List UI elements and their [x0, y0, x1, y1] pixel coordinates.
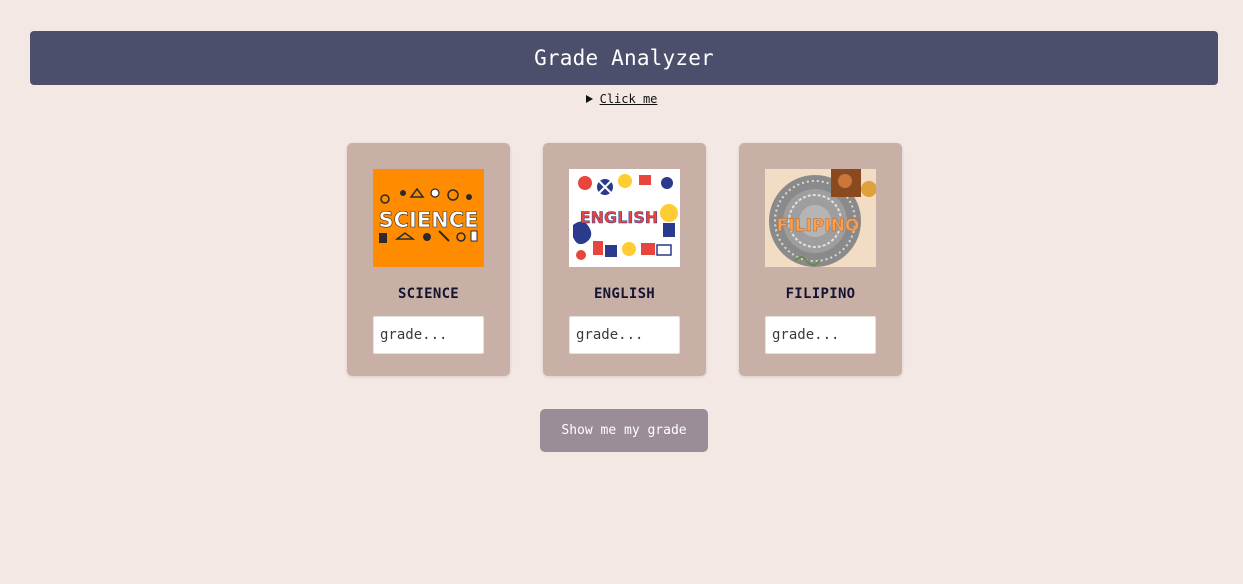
details-disclosure[interactable]: Click me [0, 91, 1243, 107]
english-grade-input[interactable] [569, 316, 680, 354]
page-title: Grade Analyzer [534, 46, 714, 70]
subject-card-filipino: FILIPINO FILIPINO [739, 143, 902, 376]
subject-card-science: SCIENCE SCIENCE [347, 143, 510, 376]
subject-cards: SCIENCE SCIENCE grade... ENGLISH ENGLISH… [347, 143, 902, 376]
details-summary-link[interactable]: Click me [600, 92, 658, 106]
filipino-grade-input[interactable] [765, 316, 876, 354]
english-image-text: ENGLISH [580, 208, 659, 227]
english-illustration: ENGLISH [569, 169, 680, 267]
english-image: ENGLISH [569, 169, 680, 267]
filipino-image-text: FILIPINO [777, 216, 860, 236]
science-grade-input[interactable] [373, 316, 484, 354]
subject-card-english: ENGLISH ENGLISH [543, 143, 706, 376]
subject-label-filipino: FILIPINO [785, 286, 856, 302]
subject-label-science: SCIENCE [397, 286, 460, 302]
science-illustration: SCIENCE [373, 169, 484, 267]
subject-label-english: ENGLISH [593, 286, 656, 302]
show-grade-button[interactable]: Show me my grade [540, 409, 708, 452]
science-image-text: SCIENCE [378, 208, 478, 232]
filipino-image: FILIPINO [765, 169, 876, 267]
disclosure-triangle-icon[interactable] [585, 94, 593, 103]
header-bar: Grade Analyzer [30, 31, 1218, 85]
filipino-illustration: FILIPINO [765, 169, 876, 267]
science-image: SCIENCE [373, 169, 484, 267]
